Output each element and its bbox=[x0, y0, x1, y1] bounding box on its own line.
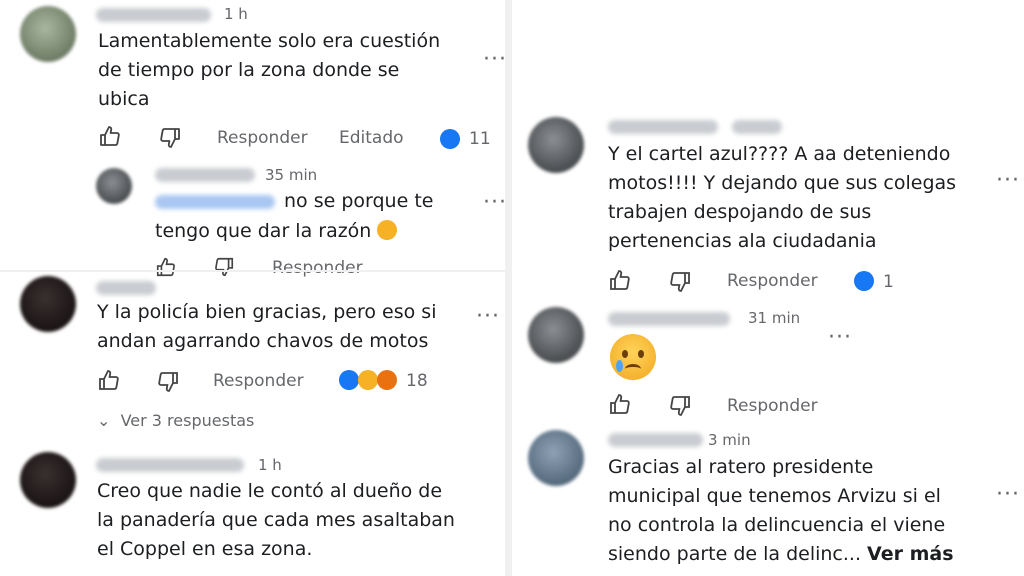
comment-text-line: siendo parte de la delinc... Ver más bbox=[608, 540, 954, 569]
view-replies-label: Ver 3 respuestas bbox=[120, 411, 255, 430]
comment-text: Lamentablemente solo era cuestión de tie… bbox=[98, 27, 440, 114]
left-comments-panel: 1 h Lamentablemente solo era cuestión de… bbox=[0, 0, 505, 576]
comment-text-line: de tiempo por la zona donde se bbox=[98, 59, 400, 81]
comment-text-line: municipal que tenemos Arvizu si el bbox=[608, 485, 941, 507]
thumbs-down-icon[interactable] bbox=[156, 370, 180, 394]
author-name-blurred[interactable] bbox=[96, 8, 211, 22]
reaction-count[interactable]: 11 bbox=[469, 129, 491, 149]
comment-text-line: Creo que nadie le contó al dueño de bbox=[97, 480, 443, 502]
thumbs-up-icon[interactable] bbox=[608, 268, 632, 292]
author-name-blurred[interactable] bbox=[155, 168, 255, 182]
comment-text-line: Y la policía bien gracias, pero eso si bbox=[97, 301, 437, 323]
comment-text: no se porque te bbox=[284, 190, 434, 212]
avatar[interactable] bbox=[528, 117, 584, 173]
thumbs-up-icon[interactable] bbox=[155, 256, 177, 278]
thumbs-up-icon[interactable] bbox=[608, 392, 632, 416]
comment-text-line: motos!!!! Y dejando que sus colegas bbox=[608, 172, 957, 194]
time-blurred[interactable] bbox=[732, 120, 782, 134]
avatar[interactable] bbox=[528, 430, 584, 486]
edited-label[interactable]: Editado bbox=[339, 128, 404, 148]
more-options-icon[interactable]: ··· bbox=[483, 192, 505, 214]
reaction-count[interactable]: 18 bbox=[406, 371, 428, 391]
author-name-blurred[interactable] bbox=[608, 433, 703, 447]
thumbs-down-icon[interactable] bbox=[668, 394, 692, 418]
reply-button[interactable]: Responder bbox=[217, 128, 308, 148]
comment-text-line: tengo que dar la razón bbox=[155, 220, 372, 242]
avatar[interactable] bbox=[20, 452, 76, 508]
author-name-blurred[interactable] bbox=[608, 120, 718, 134]
thumbs-down-icon[interactable] bbox=[668, 270, 692, 294]
comment-time[interactable]: 31 min bbox=[748, 309, 800, 327]
comment-text: Y la policía bien gracias, pero eso si a… bbox=[97, 298, 436, 356]
avatar[interactable] bbox=[20, 6, 76, 62]
mentioned-user-blurred[interactable] bbox=[155, 195, 275, 209]
comment-text-truncated: siendo parte de la delinc... bbox=[608, 543, 861, 565]
divider bbox=[0, 270, 505, 272]
reply-button[interactable]: Responder bbox=[213, 371, 304, 391]
comment-text-line: trabajen despojando de sus bbox=[608, 201, 872, 223]
chevron-down-icon: ⌄ bbox=[97, 411, 111, 430]
reply-button[interactable]: Responder bbox=[727, 271, 818, 291]
more-options-icon[interactable]: ··· bbox=[476, 306, 500, 328]
author-name-blurred[interactable] bbox=[608, 312, 730, 326]
comment-text-line: Y el cartel azul???? A aa deteniendo bbox=[608, 143, 951, 165]
see-more-link[interactable]: Ver más bbox=[867, 543, 953, 565]
sad-emoji bbox=[377, 220, 398, 240]
comment-time[interactable]: 1 h bbox=[258, 456, 282, 474]
comment-text: Y el cartel azul???? A aa deteniendo mot… bbox=[608, 140, 956, 256]
like-reaction-icon[interactable] bbox=[854, 271, 874, 291]
avatar[interactable] bbox=[96, 168, 132, 204]
right-comments-panel: Y el cartel azul???? A aa deteniendo mot… bbox=[512, 0, 1024, 576]
comment-text: Creo que nadie le contó al dueño de la p… bbox=[97, 477, 455, 564]
author-name-blurred[interactable] bbox=[96, 458, 244, 472]
angry-reaction-icon[interactable] bbox=[377, 370, 397, 390]
thumbs-down-icon[interactable] bbox=[213, 256, 235, 278]
avatar[interactable] bbox=[20, 276, 76, 332]
comment-text: tengo que dar la razón bbox=[155, 217, 398, 246]
sad-emoji bbox=[610, 334, 656, 380]
avatar[interactable] bbox=[528, 307, 584, 363]
like-reaction-icon[interactable] bbox=[339, 370, 359, 390]
more-options-icon[interactable]: ··· bbox=[828, 327, 852, 349]
more-options-icon[interactable]: ··· bbox=[996, 484, 1020, 506]
reply-button[interactable]: Responder bbox=[272, 258, 363, 278]
view-replies-link[interactable]: ⌄ Ver 3 respuestas bbox=[97, 411, 254, 430]
comment-time[interactable]: 1 h bbox=[224, 5, 248, 23]
comment-text-line: Lamentablemente solo era cuestión bbox=[98, 30, 441, 52]
thumbs-up-icon[interactable] bbox=[97, 368, 121, 392]
reply-button[interactable]: Responder bbox=[727, 396, 818, 416]
comment-text-line: la panadería que cada mes asaltaban bbox=[97, 509, 455, 531]
comment-text-line: pertenencias ala ciudadania bbox=[608, 230, 877, 252]
comment-text-line: ubica bbox=[98, 88, 150, 110]
comment-text-line: Gracias al ratero presidente bbox=[608, 456, 874, 478]
comment-time[interactable]: 3 min bbox=[708, 431, 751, 449]
comment-text-line: andan agarrando chavos de motos bbox=[97, 330, 429, 352]
comment-text-line: no controla la delincuencia el viene bbox=[608, 514, 946, 536]
reaction-count[interactable]: 1 bbox=[883, 272, 894, 292]
comment-time[interactable]: 35 min bbox=[265, 166, 317, 184]
thumbs-up-icon[interactable] bbox=[98, 124, 122, 148]
author-name-blurred[interactable] bbox=[96, 281, 156, 295]
haha-reaction-icon[interactable] bbox=[358, 370, 378, 390]
blank-area bbox=[512, 0, 1024, 104]
comment-text-line: el Coppel en esa zona. bbox=[97, 538, 313, 560]
more-options-icon[interactable]: ··· bbox=[483, 49, 505, 71]
more-options-icon[interactable]: ··· bbox=[996, 170, 1020, 192]
like-reaction-icon[interactable] bbox=[440, 129, 460, 149]
comment-text: Gracias al ratero presidente municipal q… bbox=[608, 453, 954, 569]
thumbs-down-icon[interactable] bbox=[158, 126, 182, 150]
